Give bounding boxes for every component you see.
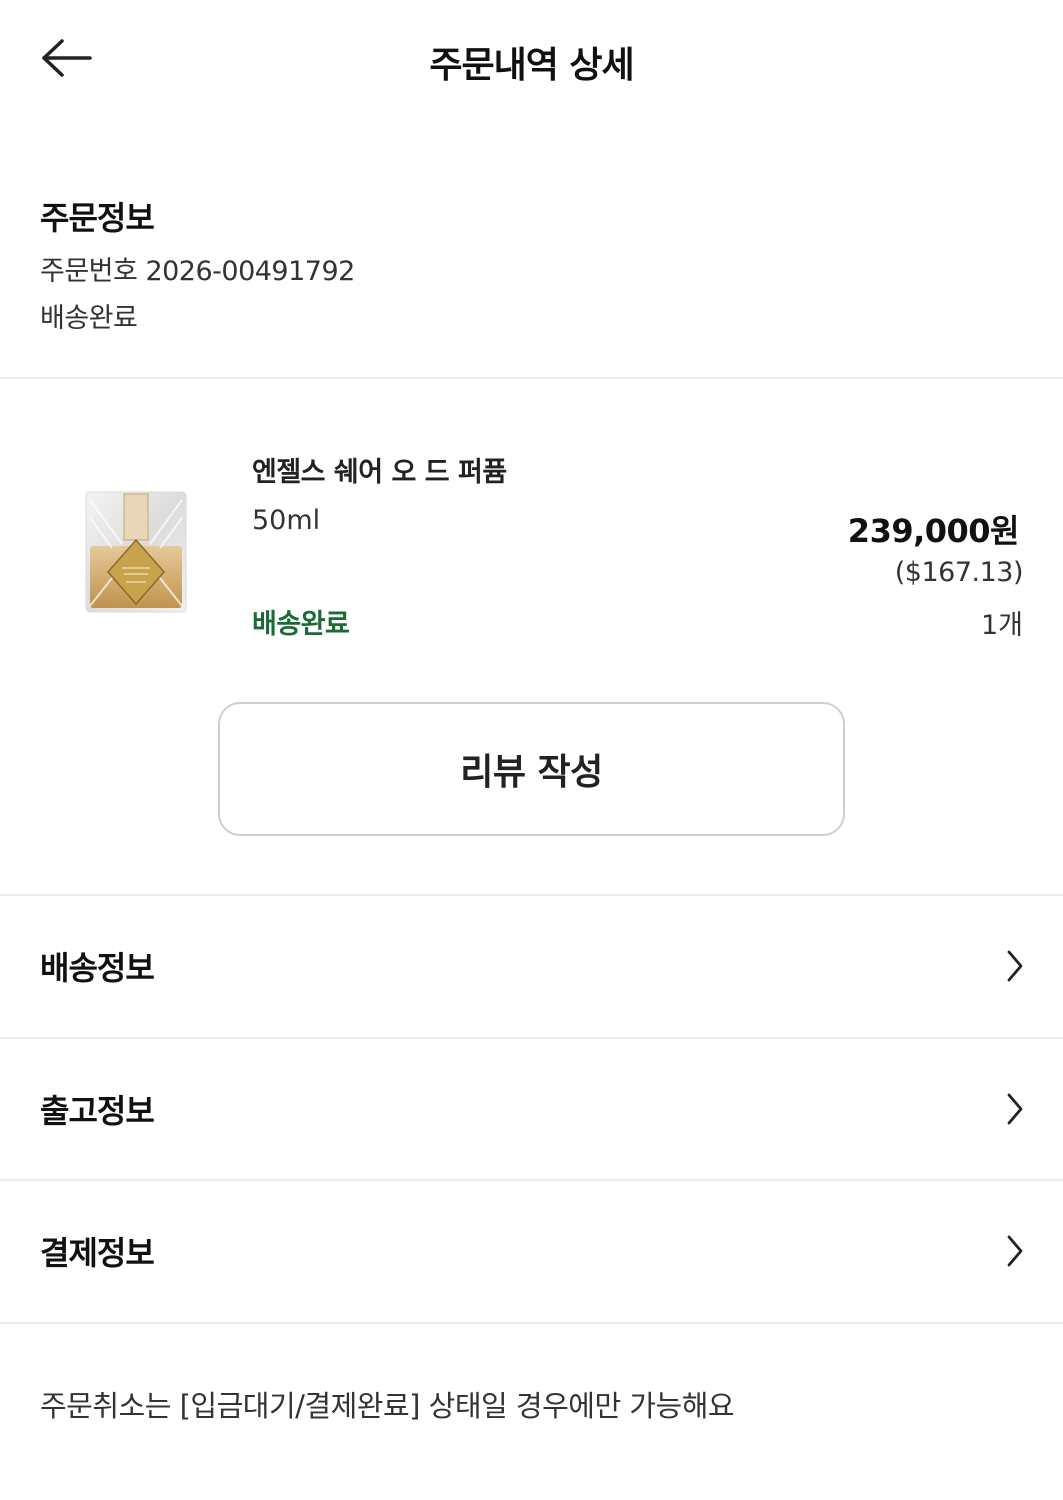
menu-label: 배송정보 (40, 949, 155, 987)
order-status: 배송완료 (40, 303, 138, 334)
cancel-notice: 주문취소는 [입금대기/결제완료] 상태일 경우에만 가능해요 (40, 1389, 735, 1423)
chevron-right-icon (1003, 1089, 1027, 1129)
quantity: 1개 (980, 610, 1023, 641)
write-review-button[interactable]: 리뷰 작성 (218, 702, 845, 836)
chevron-right-icon (1003, 946, 1027, 986)
product-name[interactable]: 엔젤스 쉐어 오 드 퍼퓸 (252, 450, 507, 489)
order-info-title: 주문정보 (40, 199, 155, 237)
menu-label: 결제정보 (40, 1234, 155, 1272)
perfume-bottle-image[interactable] (82, 488, 190, 616)
section-divider (0, 377, 1063, 379)
menu-row-payment-info[interactable]: 결제정보 (0, 1181, 1063, 1321)
price-usd: ($167.13) (894, 557, 1024, 588)
menu-label: 출고정보 (40, 1092, 155, 1130)
menu-row-shipping-info[interactable]: 배송정보 (0, 896, 1063, 1036)
order-number: 주문번호 2026-00491792 (40, 256, 355, 287)
delivery-status-label: 배송완료 (252, 609, 350, 640)
menu-row-release-info[interactable]: 출고정보 (0, 1039, 1063, 1179)
product-option: 50ml (252, 505, 321, 536)
price-krw: 239,000원 (847, 512, 1020, 550)
order-info-section: 주문정보 주문번호 2026-00491792 배송완료 (40, 193, 355, 335)
page-title: 주문내역 상세 (429, 45, 634, 86)
chevron-right-icon (1003, 1231, 1027, 1271)
top-app-bar: 주문내역 상세 (0, 0, 1063, 120)
row-divider (0, 1322, 1063, 1324)
order-detail-page: 주문내역 상세 주문정보 주문번호 2026-00491792 배송완료 엔젤스… (0, 0, 1063, 1500)
